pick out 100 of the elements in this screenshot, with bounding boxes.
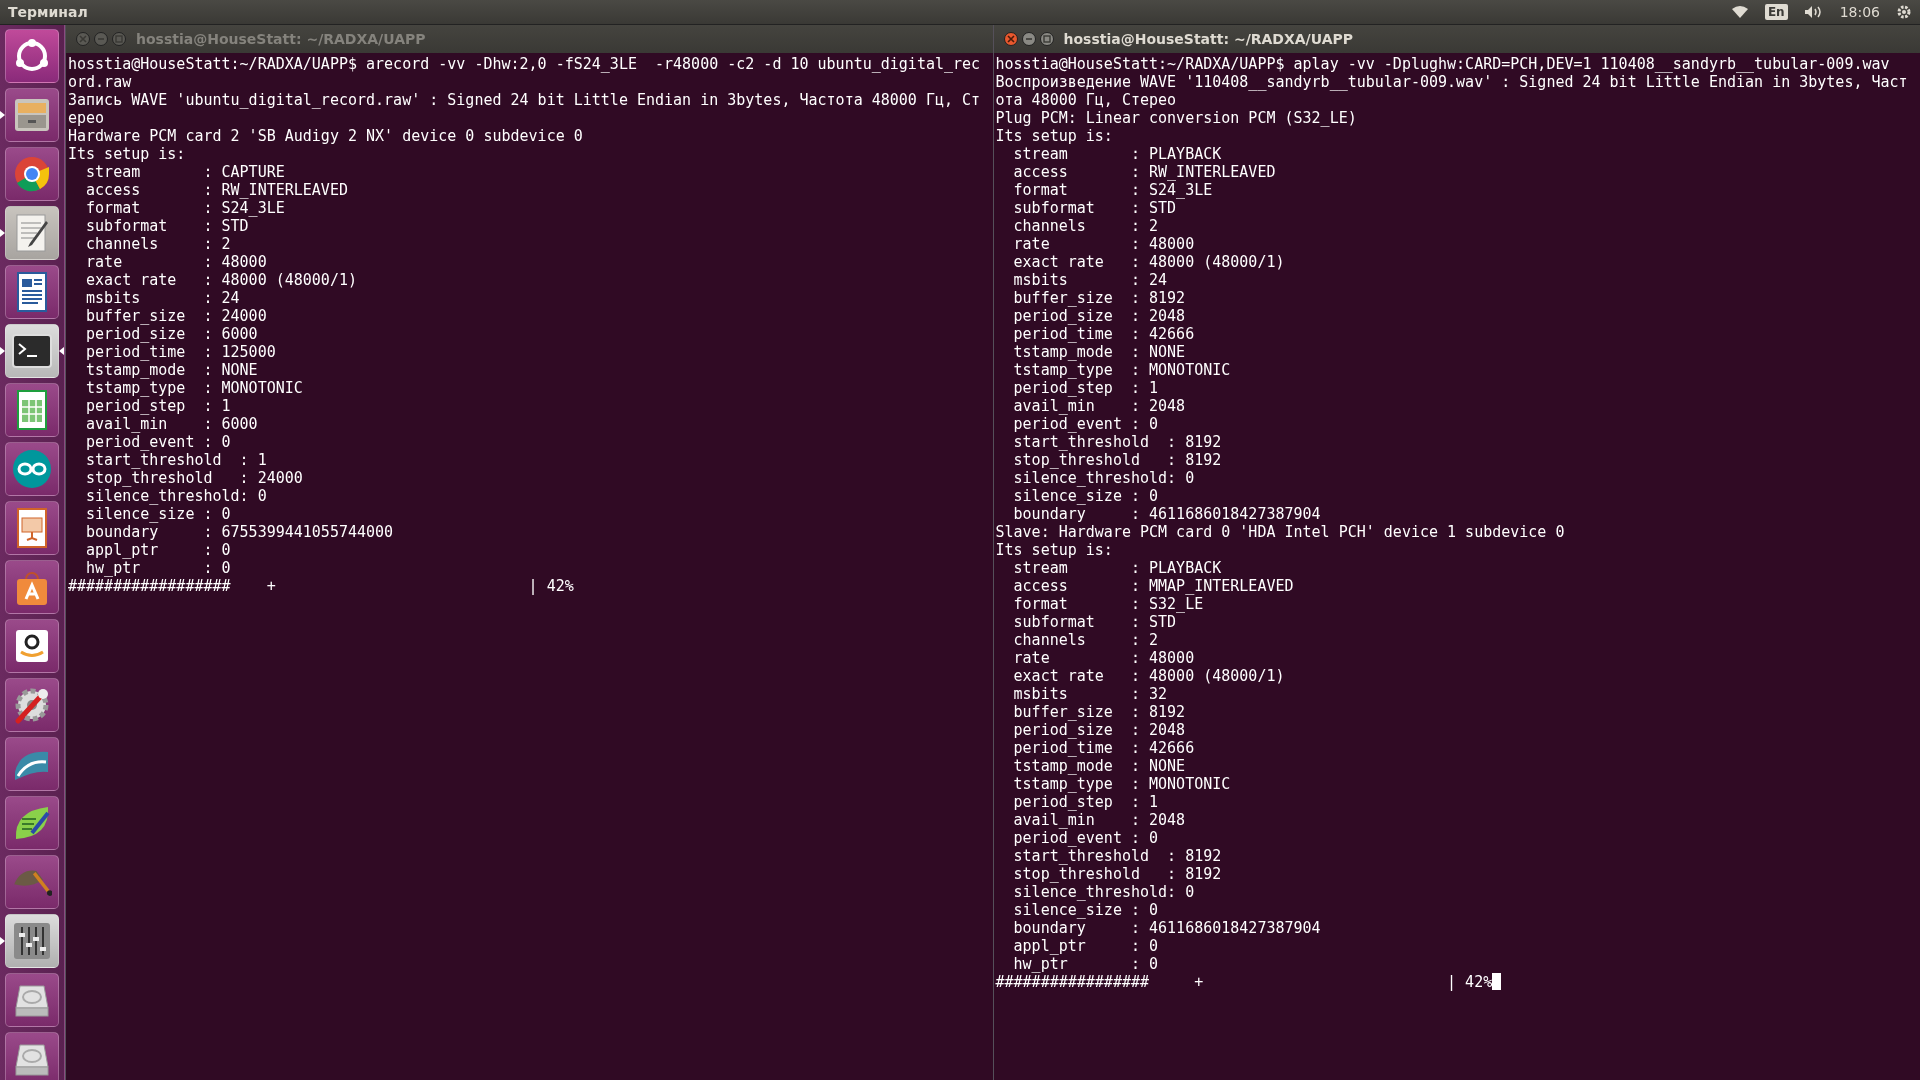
terminal-line: period_size : 2048	[1012, 307, 1186, 325]
terminal-line: ################## + | 42%	[68, 577, 574, 595]
wifi-icon[interactable]	[1730, 5, 1749, 19]
terminal-line: boundary : 6755399441055744000	[85, 523, 394, 541]
terminal-line: appl_ptr : 0	[1012, 937, 1159, 955]
terminal-line: ота 48000 Гц, Стерео	[995, 91, 1177, 109]
terminal-line: boundary : 4611686018427387904	[1012, 505, 1321, 523]
volume-icon[interactable]	[1803, 5, 1824, 19]
terminal-line: ерео	[68, 109, 105, 127]
terminal-line: buffer_size : 8192	[1012, 289, 1186, 307]
terminal-line: tstamp_mode : NONE	[1012, 757, 1186, 775]
terminal-line: exact rate : 48000 (48000/1)	[85, 271, 357, 289]
minimize-icon	[97, 35, 105, 43]
launcher-button[interactable]	[5, 206, 59, 260]
settings-icon[interactable]	[1896, 4, 1912, 20]
terminal-line: silence_size : 0	[1012, 901, 1159, 919]
terminal-line: access : RW_INTERLEAVED	[1012, 163, 1276, 181]
terminal-line: stream : CAPTURE	[85, 163, 285, 181]
terminal-line: start_threshold : 1	[85, 451, 267, 469]
terminal-line: appl_ptr : 0	[85, 541, 231, 559]
terminal-line: avail_min : 6000	[85, 415, 258, 433]
terminal-line: Its setup is:	[68, 145, 186, 163]
terminal-line: stop_threshold : 24000	[85, 469, 303, 487]
terminal-line: avail_min : 2048	[1012, 811, 1186, 829]
terminal-line: access : MMAP_INTERLEAVED	[1012, 577, 1294, 595]
terminal-line: format : S24_3LE	[85, 199, 285, 217]
launcher-button[interactable]	[5, 560, 59, 614]
minimize-button[interactable]	[1021, 32, 1036, 46]
terminal-line: msbits : 24	[1012, 271, 1168, 289]
terminal-line: tstamp_type : MONOTONIC	[1012, 775, 1231, 793]
launcher-button[interactable]	[5, 147, 59, 201]
terminal-line: stream : PLAYBACK	[1012, 559, 1222, 577]
terminal-line: Plug PCM: Linear conversion PCM (S32_LE)	[995, 109, 1357, 127]
launcher-button[interactable]	[5, 914, 59, 968]
terminal-line: avail_min : 2048	[1012, 397, 1186, 415]
terminal-line: subformat : STD	[1012, 613, 1177, 631]
launcher-button[interactable]	[5, 383, 59, 437]
maximize-button[interactable]	[1039, 32, 1054, 46]
launcher-button[interactable]	[5, 973, 59, 1027]
launcher-button[interactable]	[5, 265, 59, 319]
terminal-line: rate : 48000	[1012, 649, 1195, 667]
clock[interactable]: 18:06	[1839, 4, 1880, 20]
launcher-button[interactable]	[5, 737, 59, 791]
terminal-line: hosstia@HouseStatt:~/RADXA/UAPP$ aplay -vv -Dplughw:CARD=PCH,DEV=1 110408__sandyrb__tubular-009.wav	[995, 55, 1890, 73]
launcher-button[interactable]	[5, 442, 59, 496]
terminal-line: stop_threshold : 8192	[1012, 865, 1222, 883]
launcher-button[interactable]	[5, 678, 59, 732]
terminal-line: start_threshold : 8192	[1012, 847, 1222, 865]
terminal-line: buffer_size : 24000	[85, 307, 267, 325]
terminal-line: Its setup is:	[995, 541, 1113, 559]
terminal-line: tstamp_type : MONOTONIC	[85, 379, 303, 397]
terminal-line: silence_threshold: 0	[1012, 883, 1195, 901]
terminal-line: period_step : 1	[1012, 793, 1159, 811]
minimize-icon	[1024, 35, 1033, 43]
terminal-line: period_size : 2048	[1012, 721, 1186, 739]
terminal-line: boundary : 4611686018427387904	[1012, 919, 1321, 937]
terminal-line: period_time : 42666	[1012, 739, 1195, 757]
terminal-line: period_size : 6000	[85, 325, 258, 343]
terminal-line: Its setup is:	[995, 127, 1113, 145]
terminal-line: tstamp_mode : NONE	[1012, 343, 1186, 361]
terminal-line: hosstia@HouseStatt:~/RADXA/UAPP$ arecord -vv -Dhw:2,0 -fS24_3LE -r48000 -c2 -d 10 ubuntu_digital_rec	[68, 55, 981, 73]
window-title: hosstia@HouseStatt: ~/RADXA/UAPP	[1063, 31, 1353, 47]
close-icon	[79, 35, 87, 43]
terminal-line: period_step : 1	[85, 397, 231, 415]
terminal-line: period_time : 42666	[1012, 325, 1195, 343]
terminal-line: exact rate : 48000 (48000/1)	[1012, 253, 1285, 271]
terminal-line: format : S24_3LE	[1012, 181, 1213, 199]
keyboard-layout-indicator[interactable]: En	[1764, 4, 1788, 20]
terminal-line: stream : PLAYBACK	[1012, 145, 1222, 163]
terminal-line: stop_threshold : 8192	[1012, 451, 1222, 469]
terminal-line: Воспроизведение WAVE '110408__sandyrb__tubular-009.wav' : Signed 24 bit Little Endian in 3bytes, Част	[995, 73, 1908, 91]
terminal-line: silence_threshold: 0	[1012, 469, 1195, 487]
terminal-line: period_time : 125000	[85, 343, 276, 361]
launcher-button[interactable]	[5, 324, 59, 378]
terminal-line: period_event : 0	[1012, 829, 1159, 847]
terminal-line: tstamp_type : MONOTONIC	[1012, 361, 1231, 379]
terminal-line: msbits : 24	[85, 289, 240, 307]
window-title: hosstia@HouseStatt: ~/RADXA/UAPP	[136, 31, 426, 47]
infinity-icon	[10, 447, 54, 491]
terminal-line: period_event : 0	[85, 433, 231, 451]
terminal-line: channels : 2	[85, 235, 231, 253]
terminal-line: Hardware PCM card 2 'SB Audigy 2 NX' device 0 subdevice 0	[68, 127, 583, 145]
launcher-button[interactable]	[5, 619, 59, 673]
terminal-line: rate : 48000	[1012, 235, 1195, 253]
terminal-line: channels : 2	[1012, 217, 1159, 235]
terminal-line: Запись WAVE 'ubuntu_digital_record.raw' : Signed 24 bit Little Endian in 3bytes, Частота 48000 Гц, Ст	[68, 91, 981, 109]
terminal-line: subformat : STD	[85, 217, 249, 235]
terminal-line: ord.raw	[68, 73, 132, 91]
terminal-line: silence_size : 0	[1012, 487, 1159, 505]
terminal-line: channels : 2	[1012, 631, 1159, 649]
launcher-button[interactable]	[5, 501, 59, 555]
close-button[interactable]	[1003, 32, 1018, 46]
terminal-line: format : S32_LE	[1012, 595, 1204, 613]
launcher-button[interactable]	[5, 29, 59, 83]
launcher-button[interactable]	[5, 1032, 59, 1080]
close-icon	[1006, 35, 1015, 43]
terminal-line: start_threshold : 8192	[1012, 433, 1222, 451]
terminal-line: msbits : 32	[1012, 685, 1168, 703]
terminal-line: period_step : 1	[1012, 379, 1159, 397]
terminal-line: hw_ptr : 0	[1012, 955, 1159, 973]
